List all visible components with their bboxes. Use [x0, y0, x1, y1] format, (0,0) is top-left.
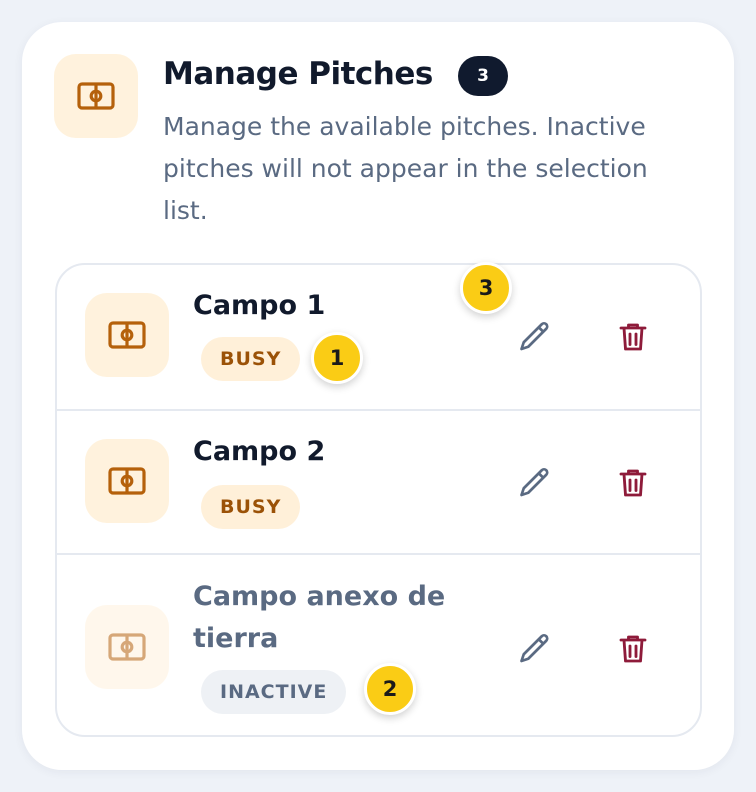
pitch-icon — [85, 293, 169, 377]
page-title: Manage Pitches — [163, 56, 433, 92]
pitch-name: Campo anexo de tierra — [193, 581, 446, 654]
edit-button[interactable] — [513, 461, 557, 505]
pitch-row: Campo 1 BUSY — [57, 265, 700, 409]
pitch-name: Campo 2 — [193, 436, 326, 467]
pitch-icon — [85, 605, 169, 689]
trash-icon — [619, 635, 647, 663]
status-badge: INACTIVE — [201, 670, 347, 714]
delete-button[interactable] — [611, 461, 655, 505]
delete-button[interactable] — [611, 627, 655, 671]
pencil-icon — [520, 467, 549, 497]
pencil-icon — [520, 633, 549, 663]
annotation-marker-1: 1 — [311, 332, 363, 384]
delete-button[interactable] — [611, 315, 655, 359]
pitch-icon — [54, 54, 138, 138]
pencil-icon — [520, 321, 549, 351]
manage-pitches-card: Manage Pitches 3 Manage the available pi… — [22, 22, 734, 770]
pitch-row: Campo 2 BUSY — [57, 409, 700, 553]
pitch-count-badge: 3 — [458, 56, 508, 96]
trash-icon — [619, 323, 647, 351]
edit-button[interactable] — [513, 315, 557, 359]
status-badge: BUSY — [201, 485, 301, 529]
trash-icon — [619, 469, 647, 497]
annotation-marker-3: 3 — [460, 262, 512, 314]
page-description: Manage the available pitches. Inactive p… — [163, 112, 648, 225]
pitch-name: Campo 1 — [193, 290, 326, 321]
status-badge: BUSY — [201, 337, 301, 381]
edit-button[interactable] — [513, 627, 557, 671]
pitch-icon — [85, 439, 169, 523]
annotation-marker-2: 2 — [364, 663, 416, 715]
